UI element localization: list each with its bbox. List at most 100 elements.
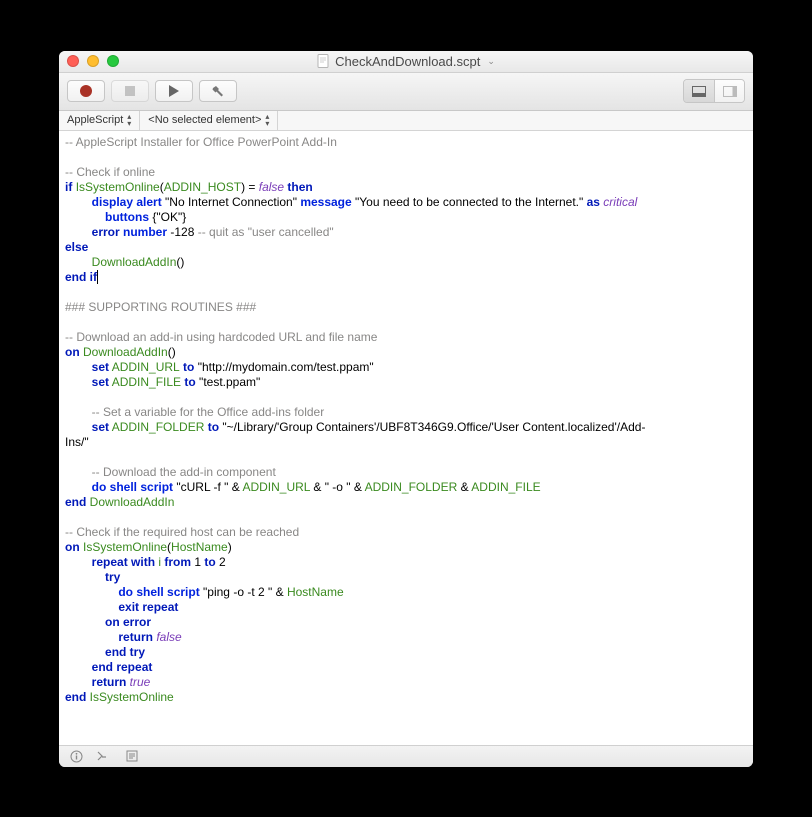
t: to	[204, 420, 219, 434]
t: display alert	[92, 195, 162, 209]
t: "http://mydomain.com/test.ppam"	[194, 360, 373, 374]
t: "You need to be connected to the Interne…	[352, 195, 587, 209]
t: )	[228, 540, 232, 554]
t: {"OK"}	[149, 210, 186, 224]
view-bottom-panel-button[interactable]	[684, 80, 714, 102]
dropdown-arrows-icon: ▴▾	[265, 113, 269, 127]
hammer-icon	[211, 84, 225, 98]
t: set	[92, 420, 109, 434]
close-button[interactable]	[67, 55, 79, 67]
t: "ping -o -t 2 " &	[200, 585, 287, 599]
t: ADDIN_URL	[242, 480, 310, 494]
t: critical	[600, 195, 637, 209]
t: Ins/"	[65, 435, 89, 449]
record-icon	[80, 85, 92, 97]
view-side-panel-button[interactable]	[714, 80, 744, 102]
record-button[interactable]	[67, 80, 105, 102]
script-editor-window: CheckAndDownload.scpt ⌄ AppleScript ▴▾ <…	[59, 51, 753, 767]
t: ) =	[241, 180, 259, 194]
navigation-bar: AppleScript ▴▾ <No selected element> ▴▾	[59, 111, 753, 131]
toolbar	[59, 73, 753, 111]
t: false	[153, 630, 182, 644]
t: "~/Library/'Group Containers'/UBF8T346G9…	[219, 420, 645, 434]
t: "No Internet Connection"	[162, 195, 301, 209]
titlebar[interactable]: CheckAndDownload.scpt ⌄	[59, 51, 753, 73]
t: do shell script	[92, 480, 173, 494]
t: set	[92, 375, 109, 389]
t: ADDIN_HOST	[164, 180, 241, 194]
t: ### SUPPORTING ROUTINES ###	[65, 300, 256, 314]
t: false	[259, 180, 284, 194]
t: do shell script	[118, 585, 199, 599]
t: end	[65, 690, 86, 704]
element-label: <No selected element>	[148, 114, 261, 126]
log-button[interactable]	[125, 749, 139, 763]
side-panel-icon	[723, 86, 737, 97]
t: end repeat	[92, 660, 153, 674]
description-button[interactable]	[69, 749, 83, 763]
t: to	[201, 555, 216, 569]
t: on	[65, 345, 80, 359]
code-line: -- Check if online	[65, 165, 155, 179]
play-icon	[169, 85, 179, 97]
t: -- Download an add-in using hardcoded UR…	[65, 330, 377, 344]
t: -- Check if the required host can be rea…	[65, 525, 299, 539]
t: DownloadAddIn	[80, 345, 168, 359]
t: ADDIN_URL	[109, 360, 180, 374]
minimize-button[interactable]	[87, 55, 99, 67]
zoom-button[interactable]	[107, 55, 119, 67]
code-line: -- AppleScript Installer for Office Powe…	[65, 135, 337, 149]
t: else	[65, 240, 88, 254]
t: if	[65, 180, 72, 194]
stop-button[interactable]	[111, 80, 149, 102]
window-title-area: CheckAndDownload.scpt ⌄	[59, 54, 753, 69]
t: to	[180, 360, 195, 374]
t: then	[284, 180, 313, 194]
t: "cURL -f " &	[173, 480, 242, 494]
t: return	[92, 675, 127, 689]
t: on error	[105, 615, 151, 629]
document-icon	[317, 54, 330, 68]
dropdown-arrows-icon: ▴▾	[127, 113, 131, 127]
element-dropdown[interactable]: <No selected element> ▴▾	[140, 111, 278, 130]
traffic-lights	[59, 55, 119, 67]
t: DownloadAddIn	[92, 255, 177, 269]
t: -- Download the add-in component	[92, 465, 276, 479]
title-chevron-icon[interactable]: ⌄	[487, 56, 495, 67]
view-segmented-control	[683, 79, 745, 103]
t: error	[92, 225, 120, 239]
window-title: CheckAndDownload.scpt	[335, 54, 480, 69]
t: ADDIN_FILE	[109, 375, 181, 389]
language-label: AppleScript	[67, 114, 123, 126]
run-button[interactable]	[155, 80, 193, 102]
compile-button[interactable]	[199, 80, 237, 102]
t: on	[65, 540, 80, 554]
result-button[interactable]	[97, 749, 111, 763]
t: true	[126, 675, 150, 689]
t: ()	[168, 345, 176, 359]
t: return	[118, 630, 153, 644]
t: ADDIN_FOLDER	[365, 480, 458, 494]
t: -- Set a variable for the Office add-ins…	[92, 405, 325, 419]
t: IsSystemOnline	[86, 690, 173, 704]
t: -- quit as "user cancelled"	[198, 225, 334, 239]
t: end try	[105, 645, 145, 659]
t: as	[587, 195, 600, 209]
t: ()	[176, 255, 184, 269]
t: set	[92, 360, 109, 374]
t: try	[105, 570, 120, 584]
t: exit repeat	[118, 600, 178, 614]
t: repeat	[92, 555, 128, 569]
bottom-panel-icon	[692, 86, 706, 97]
t: buttons	[105, 210, 149, 224]
t: with	[128, 555, 155, 569]
t: 2	[216, 555, 226, 569]
t: end if	[65, 270, 97, 284]
language-dropdown[interactable]: AppleScript ▴▾	[59, 111, 140, 130]
status-bar	[59, 745, 753, 767]
t: IsSystemOnline	[76, 180, 160, 194]
t: from	[161, 555, 191, 569]
t: ADDIN_FILE	[471, 480, 540, 494]
code-editor[interactable]: -- AppleScript Installer for Office Powe…	[59, 131, 753, 745]
t: number	[120, 225, 167, 239]
